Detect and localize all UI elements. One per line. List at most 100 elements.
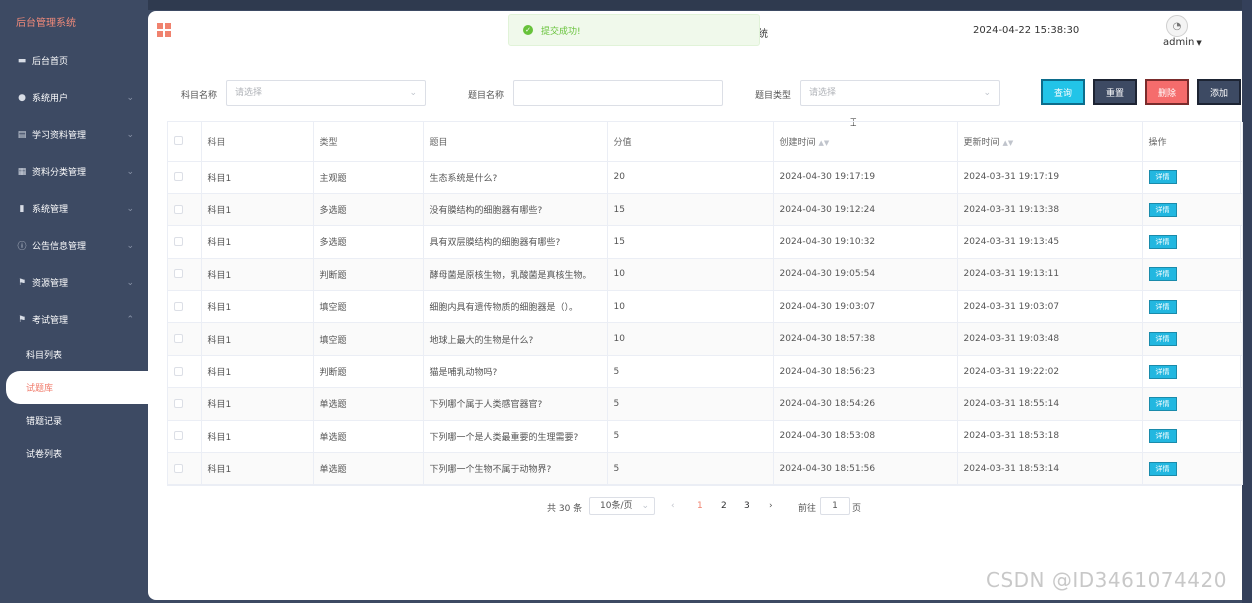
folder-icon: ▦	[17, 166, 27, 177]
detail-button[interactable]: 详情	[1148, 332, 1177, 347]
cell-updated: 2024-03-31 19:13:45	[957, 225, 1143, 259]
detail-button[interactable]: 详情	[1148, 461, 1177, 476]
cell-question: 没有膜结构的细胞器有哪些?	[423, 193, 608, 227]
row-select-cell[interactable]	[168, 225, 202, 259]
reset-button[interactable]: 重置	[1093, 79, 1137, 105]
cell-type: 填空题	[313, 290, 424, 324]
row-checkbox[interactable]	[174, 204, 183, 214]
row-select-cell[interactable]	[168, 420, 202, 454]
cell-actions: 详情	[1142, 322, 1243, 356]
sidebar-item[interactable]: ▤ 学习资料管理 ⌄	[0, 116, 148, 153]
detail-button[interactable]: 详情	[1148, 396, 1177, 411]
flag-icon: ⚑	[17, 277, 27, 288]
user-dropdown[interactable]: admin ▼	[1163, 37, 1202, 48]
sidebar-item[interactable]: ⚑ 资源管理 ⌄	[0, 264, 148, 301]
row-checkbox[interactable]	[174, 334, 183, 344]
row-checkbox[interactable]	[174, 236, 183, 246]
header-updated-label: 更新时间	[963, 137, 1000, 148]
row-select-cell[interactable]	[168, 193, 202, 227]
chevron-down-icon: ⌄	[983, 88, 991, 98]
prev-page-icon[interactable]: ‹	[671, 501, 675, 511]
type-label: 题目类型	[755, 91, 792, 101]
detail-button[interactable]: 详情	[1148, 202, 1177, 217]
type-select[interactable]: 请选择 ⌄	[800, 80, 1000, 106]
select-all-checkbox[interactable]	[174, 136, 183, 146]
goto-page-input[interactable]: 1	[820, 497, 850, 515]
row-select-cell[interactable]	[168, 161, 202, 194]
cell-question: 酵母菌是原核生物，乳酸菌是真核生物。	[423, 258, 608, 292]
page-2[interactable]: 2	[721, 501, 727, 511]
cell-score: 10	[607, 290, 774, 324]
row-select-cell[interactable]	[168, 290, 202, 324]
cell-question: 猫是哺乳动物吗?	[423, 355, 608, 389]
avatar[interactable]: ◔	[1166, 15, 1188, 37]
chevron-down-icon: ⌄	[641, 501, 649, 511]
cell-subject: 科目1	[201, 290, 314, 324]
row-checkbox[interactable]	[174, 398, 183, 408]
detail-button[interactable]: 详情	[1148, 267, 1177, 282]
row-select-cell[interactable]	[168, 355, 202, 389]
row-select-cell[interactable]	[168, 387, 202, 421]
select-all-cell[interactable]	[168, 122, 202, 162]
header-created[interactable]: 创建时间 ▲▼	[773, 122, 958, 162]
submenu-item[interactable]: 试题库	[6, 371, 148, 404]
page-size-select[interactable]: 10条/页 ⌄	[589, 497, 655, 515]
sort-icon[interactable]: ▲▼	[1003, 139, 1014, 147]
sidebar-item-label: 后台首页	[32, 57, 69, 67]
row-checkbox[interactable]	[174, 172, 183, 182]
row-select-cell[interactable]	[168, 452, 202, 486]
sort-icon[interactable]: ▲▼	[819, 139, 830, 147]
cell-created: 2024-04-30 18:57:38	[773, 322, 958, 356]
query-button[interactable]: 查询	[1041, 79, 1085, 105]
submenu-item[interactable]: 科目列表	[0, 338, 148, 371]
type-select-placeholder: 请选择	[809, 88, 837, 98]
sidebar-item[interactable]: ▬ 后台首页	[0, 42, 148, 79]
add-button[interactable]: 添加	[1197, 79, 1241, 105]
cell-updated: 2024-03-31 18:55:14	[957, 387, 1143, 421]
cell-score: 5	[607, 387, 774, 421]
detail-button[interactable]: 详情	[1148, 234, 1177, 249]
question-input[interactable]	[513, 80, 723, 106]
sidebar-item[interactable]: ▦ 资料分类管理 ⌄	[0, 153, 148, 190]
detail-button[interactable]: 详情	[1148, 170, 1177, 185]
detail-button[interactable]: 详情	[1148, 429, 1177, 444]
page-1[interactable]: 1	[697, 501, 703, 511]
row-select-cell[interactable]	[168, 258, 202, 292]
cell-actions: 详情	[1142, 225, 1243, 259]
sidebar-item-label: 公告信息管理	[32, 242, 87, 252]
row-select-cell[interactable]	[168, 322, 202, 356]
row-checkbox[interactable]	[174, 431, 183, 441]
sidebar-item[interactable]: ● 系统用户 ⌄	[0, 79, 148, 116]
toast-message: 提交成功!	[541, 26, 581, 37]
delete-button[interactable]: 删除	[1145, 79, 1189, 105]
cell-score: 5	[607, 420, 774, 454]
cell-updated: 2024-03-31 19:17:19	[957, 161, 1143, 194]
menu-grid-icon[interactable]	[157, 23, 171, 37]
detail-button[interactable]: 详情	[1148, 299, 1177, 314]
sidebar-item[interactable]: ⓘ 公告信息管理 ⌄	[0, 227, 148, 264]
username: admin	[1163, 37, 1195, 48]
detail-button[interactable]: 详情	[1148, 364, 1177, 379]
sidebar-item[interactable]: ⚑ 考试管理 ⌃	[0, 301, 148, 338]
submenu-item[interactable]: 试卷列表	[0, 437, 148, 470]
cell-subject: 科目1	[201, 258, 314, 292]
bar-chart-icon: ▮	[19, 203, 25, 214]
cell-created: 2024-04-30 19:12:24	[773, 193, 958, 227]
sidebar-item-label: 系统用户	[32, 94, 69, 104]
row-checkbox[interactable]	[174, 269, 183, 279]
header-updated[interactable]: 更新时间 ▲▼	[957, 122, 1143, 162]
cell-subject: 科目1	[201, 225, 314, 259]
row-checkbox[interactable]	[174, 301, 183, 311]
submenu-item[interactable]: 错题记录	[0, 404, 148, 437]
row-checkbox[interactable]	[174, 463, 183, 473]
subject-select[interactable]: 请选择 ⌄	[226, 80, 426, 106]
row-checkbox[interactable]	[174, 366, 183, 376]
cell-subject: 科目1	[201, 161, 314, 194]
cell-created: 2024-04-30 18:56:23	[773, 355, 958, 389]
sidebar-item[interactable]: ▮ 系统管理 ⌄	[0, 190, 148, 227]
header-question: 题目	[423, 122, 608, 162]
main-panel: 统 2024-04-22 15:38:30 ◔ admin ▼ ✓ 提交成功! 科…	[148, 11, 1243, 600]
check-circle-icon: ✓	[523, 25, 533, 35]
next-page-icon[interactable]: ›	[769, 501, 773, 511]
page-3[interactable]: 3	[744, 501, 750, 511]
